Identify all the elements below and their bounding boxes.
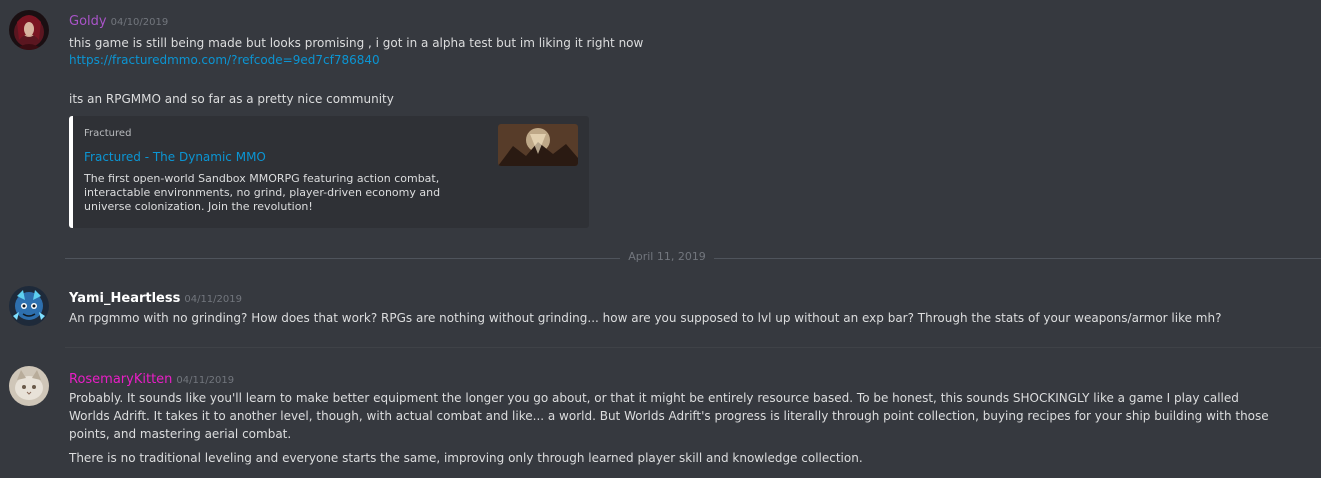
rosemarykitten-avatar-icon — [9, 366, 49, 406]
embed-description: The first open-world Sandbox MMORPG feat… — [84, 172, 441, 213]
avatar[interactable] — [9, 286, 49, 326]
chat-messages: Goldy 04/10/2019 this game is still being… — [0, 0, 1321, 478]
message-yami-heartless: Yami_Heartless 04/11/2019 An rpgmmo with … — [0, 280, 1321, 340]
avatar[interactable] — [9, 10, 49, 50]
divider-date: April 11, 2019 — [620, 250, 714, 263]
username[interactable]: Yami_Heartless — [69, 291, 180, 306]
embed-title-link[interactable]: Fractured - The Dynamic MMO — [84, 150, 266, 164]
message-goldy: Goldy 04/10/2019 this game is still being… — [0, 0, 1321, 240]
yami-avatar-icon — [9, 286, 49, 326]
message-header: Yami_Heartless 04/11/2019 — [69, 287, 242, 306]
timestamp: 04/11/2019 — [184, 294, 242, 305]
username[interactable]: Goldy — [69, 14, 107, 29]
embed-thumbnail[interactable] — [498, 124, 578, 166]
divider-line — [714, 258, 1321, 259]
message-separator — [65, 347, 1321, 348]
message-text: its an RPGMMO and so far as a pretty nic… — [69, 92, 394, 106]
message-text: There is no traditional leveling and eve… — [69, 451, 863, 465]
timestamp: 04/10/2019 — [110, 17, 169, 28]
embed-provider: Fractured — [84, 128, 132, 139]
message-rosemarykitten: RosemaryKitten 04/11/2019 Probably. It so… — [0, 360, 1321, 478]
message-text: Worlds Adrift. It takes it to another le… — [69, 409, 1269, 423]
message-header: Goldy 04/10/2019 — [69, 10, 168, 29]
date-divider: April 11, 2019 — [0, 250, 1321, 263]
message-text: points, and mastering aerial combat. — [69, 427, 292, 441]
divider-line — [65, 258, 620, 259]
goldy-avatar-icon — [9, 10, 49, 50]
message-text: An rpgmmo with no grinding? How does tha… — [69, 311, 1222, 325]
timestamp: 04/11/2019 — [176, 375, 235, 386]
message-link[interactable]: https://fracturedmmo.com/?refcode=9ed7cf… — [69, 52, 380, 69]
message-text: this game is still being made but looks … — [69, 36, 644, 50]
game-art-thumbnail-icon — [498, 124, 578, 166]
message-text: Probably. It sounds like you'll learn to… — [69, 391, 1239, 405]
link-embed: Fractured Fractured - The Dynamic MMO Th… — [69, 116, 589, 228]
username[interactable]: RosemaryKitten — [69, 372, 172, 387]
avatar[interactable] — [9, 366, 49, 406]
message-header: RosemaryKitten 04/11/2019 — [69, 368, 234, 387]
